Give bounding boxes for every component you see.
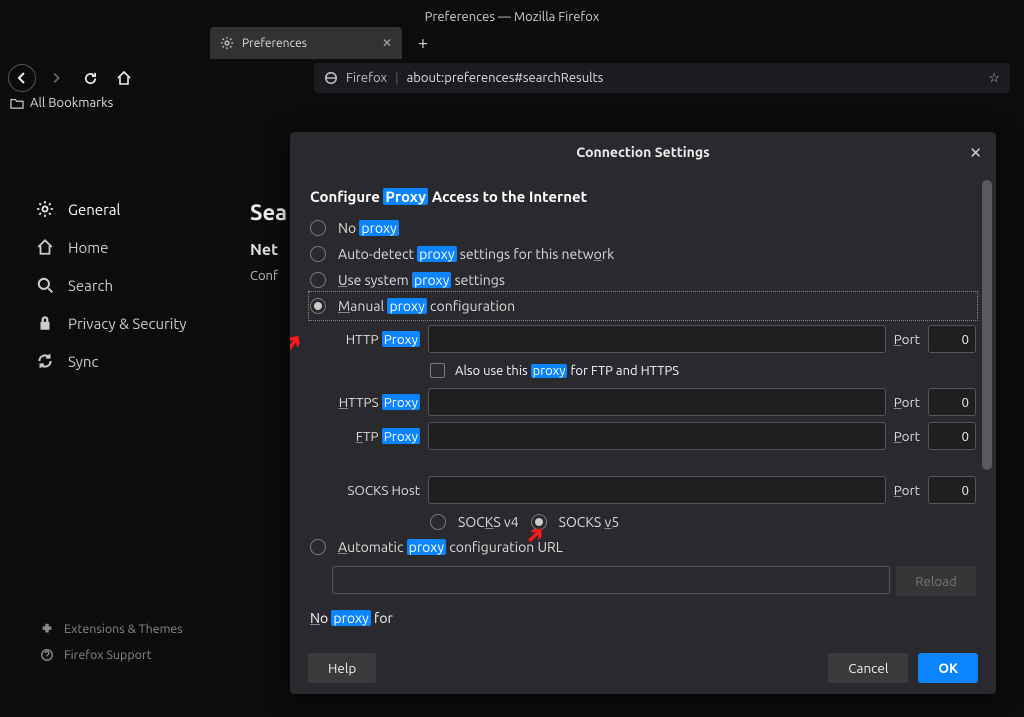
sidebar: General Home Search Privacy & Security S… — [36, 190, 236, 380]
ok-button[interactable]: OK — [918, 653, 978, 683]
tab-bar: Preferences ✕ + — [0, 26, 1024, 60]
label: Firefox Support — [64, 648, 152, 662]
dialog-footer: Help Cancel OK — [290, 642, 996, 694]
annotation-arrow: ➔ — [290, 328, 309, 358]
section-heading: Net — [250, 241, 287, 259]
http-port-input[interactable] — [928, 325, 976, 353]
firefox-icon — [324, 71, 338, 85]
radio-system-proxy[interactable]: Use system proxy settings — [310, 267, 976, 293]
folder-icon — [10, 97, 24, 109]
radio-no-proxy[interactable]: No proxy — [310, 215, 976, 241]
label: Extensions & Themes — [64, 622, 183, 636]
page-title: Sea — [250, 200, 287, 225]
main-content: Sea Net Conf — [250, 200, 287, 283]
close-icon[interactable]: ✕ — [969, 144, 982, 162]
url-bar[interactable]: Firefox | about:preferences#searchResult… — [314, 63, 1010, 93]
checkbox-also-use[interactable]: Also use this proxy for FTP and HTTPS — [430, 359, 976, 382]
no-proxy-label: No proxy for — [310, 610, 976, 626]
radio-socks5[interactable]: SOCKS v5 — [531, 514, 620, 530]
sidebar-label: Privacy & Security — [68, 315, 187, 332]
extensions-link[interactable]: Extensions & Themes — [40, 616, 183, 642]
back-button[interactable] — [8, 64, 36, 92]
section-text: Conf — [250, 269, 287, 283]
scrollbar[interactable] — [982, 180, 992, 470]
forward-button[interactable] — [42, 64, 70, 92]
sidebar-label: General — [68, 201, 120, 218]
close-icon[interactable]: ✕ — [382, 36, 392, 50]
help-button[interactable]: Help — [308, 653, 376, 683]
label: Also use this proxy for FTP and HTTPS — [455, 364, 679, 378]
sidebar-item-privacy[interactable]: Privacy & Security — [36, 304, 236, 342]
sidebar-item-home[interactable]: Home — [36, 228, 236, 266]
sidebar-item-sync[interactable]: Sync — [36, 342, 236, 380]
tab-preferences[interactable]: Preferences ✕ — [210, 27, 402, 59]
pac-url-input — [332, 566, 890, 594]
sidebar-label: Search — [68, 277, 113, 294]
all-bookmarks-label: All Bookmarks — [30, 96, 113, 110]
radio-manual-proxy[interactable]: Manual proxy configuration — [310, 293, 976, 319]
radio-auto-detect[interactable]: Auto-detect proxy settings for this netw… — [310, 241, 976, 267]
cancel-button[interactable]: Cancel — [828, 653, 908, 683]
bookmark-star-icon[interactable]: ☆ — [988, 71, 1000, 86]
home-button[interactable] — [110, 64, 138, 92]
sidebar-label: Sync — [68, 353, 98, 370]
port-label: Port — [894, 428, 920, 444]
connection-settings-dialog: Connection Settings ✕ Configure Proxy Ac… — [290, 132, 996, 694]
socks-host-label: SOCKS Host — [332, 482, 420, 498]
port-label: Port — [894, 331, 920, 347]
https-port-input[interactable] — [928, 388, 976, 416]
https-proxy-input[interactable] — [428, 388, 886, 416]
tab-label: Preferences — [242, 37, 307, 50]
bookmarks-toolbar[interactable]: All Bookmarks — [10, 96, 113, 110]
sidebar-item-search[interactable]: Search — [36, 266, 236, 304]
socks-host-input[interactable] — [428, 476, 886, 504]
support-link[interactable]: Firefox Support — [40, 642, 183, 668]
ftp-port-input[interactable] — [928, 422, 976, 450]
https-proxy-label: HTTPS Proxy — [332, 394, 420, 410]
gear-icon — [220, 36, 234, 50]
ftp-proxy-label: FTP Proxy — [332, 428, 420, 444]
http-proxy-label: HTTP Proxy — [332, 331, 420, 347]
sidebar-footer: Extensions & Themes Firefox Support — [40, 616, 183, 668]
nav-bar: Firefox | about:preferences#searchResult… — [0, 60, 1024, 96]
port-label: Port — [894, 394, 920, 410]
ftp-proxy-input[interactable] — [428, 422, 886, 450]
sidebar-label: Home — [68, 239, 108, 256]
radio-socks4[interactable]: SOCKS v4 — [430, 514, 519, 530]
reload-button: Reload — [896, 566, 976, 596]
dialog-title: Connection Settings — [290, 132, 996, 172]
reload-button[interactable] — [76, 64, 104, 92]
url-text: about:preferences#searchResults — [407, 71, 604, 85]
new-tab-button[interactable]: + — [408, 33, 438, 53]
socks-port-input[interactable] — [928, 476, 976, 504]
http-proxy-input[interactable] — [428, 325, 886, 353]
radio-auto-config-url[interactable]: Automatic proxy configuration URL — [310, 534, 976, 560]
window-title: Preferences — Mozilla Firefox — [425, 10, 600, 24]
sidebar-item-general[interactable]: General — [36, 190, 236, 228]
port-label: Port — [894, 482, 920, 498]
section-title: Configure Proxy Access to the Internet — [310, 188, 976, 205]
url-identity: Firefox — [346, 71, 387, 85]
